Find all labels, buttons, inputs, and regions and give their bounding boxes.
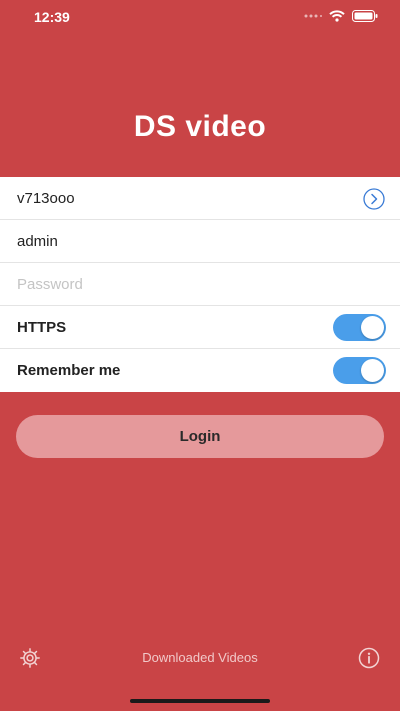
status-bar: 12:39 — [0, 0, 400, 36]
username-field[interactable]: admin — [0, 220, 400, 263]
bottom-bar: Downloaded Videos — [0, 645, 400, 671]
password-field[interactable]: Password — [0, 263, 400, 306]
signal-dots-icon — [304, 14, 322, 18]
toggle-knob — [361, 316, 384, 339]
battery-icon — [352, 10, 378, 22]
home-indicator — [130, 699, 270, 703]
toggle-knob — [361, 359, 384, 382]
https-row: HTTPS — [0, 306, 400, 349]
status-time: 12:39 — [34, 9, 70, 25]
login-form: v713ooo admin Password HTTPS Remember me — [0, 177, 400, 392]
https-toggle[interactable] — [333, 314, 386, 341]
arrow-circle-right-icon[interactable] — [363, 188, 385, 210]
info-icon[interactable] — [358, 647, 380, 669]
server-field[interactable]: v713ooo — [0, 177, 400, 220]
remember-me-label: Remember me — [17, 362, 121, 379]
remember-me-row: Remember me — [0, 349, 400, 392]
password-placeholder: Password — [17, 275, 83, 293]
status-icons — [304, 10, 378, 22]
remember-me-toggle[interactable] — [333, 357, 386, 384]
app-title: DS video — [133, 110, 267, 143]
login-button[interactable]: Login — [16, 415, 384, 458]
https-label: HTTPS — [17, 318, 67, 336]
downloaded-videos-link[interactable]: Downloaded Videos — [0, 650, 400, 665]
server-value: v713ooo — [17, 189, 75, 207]
wifi-icon — [329, 10, 345, 22]
username-value: admin — [17, 232, 58, 250]
